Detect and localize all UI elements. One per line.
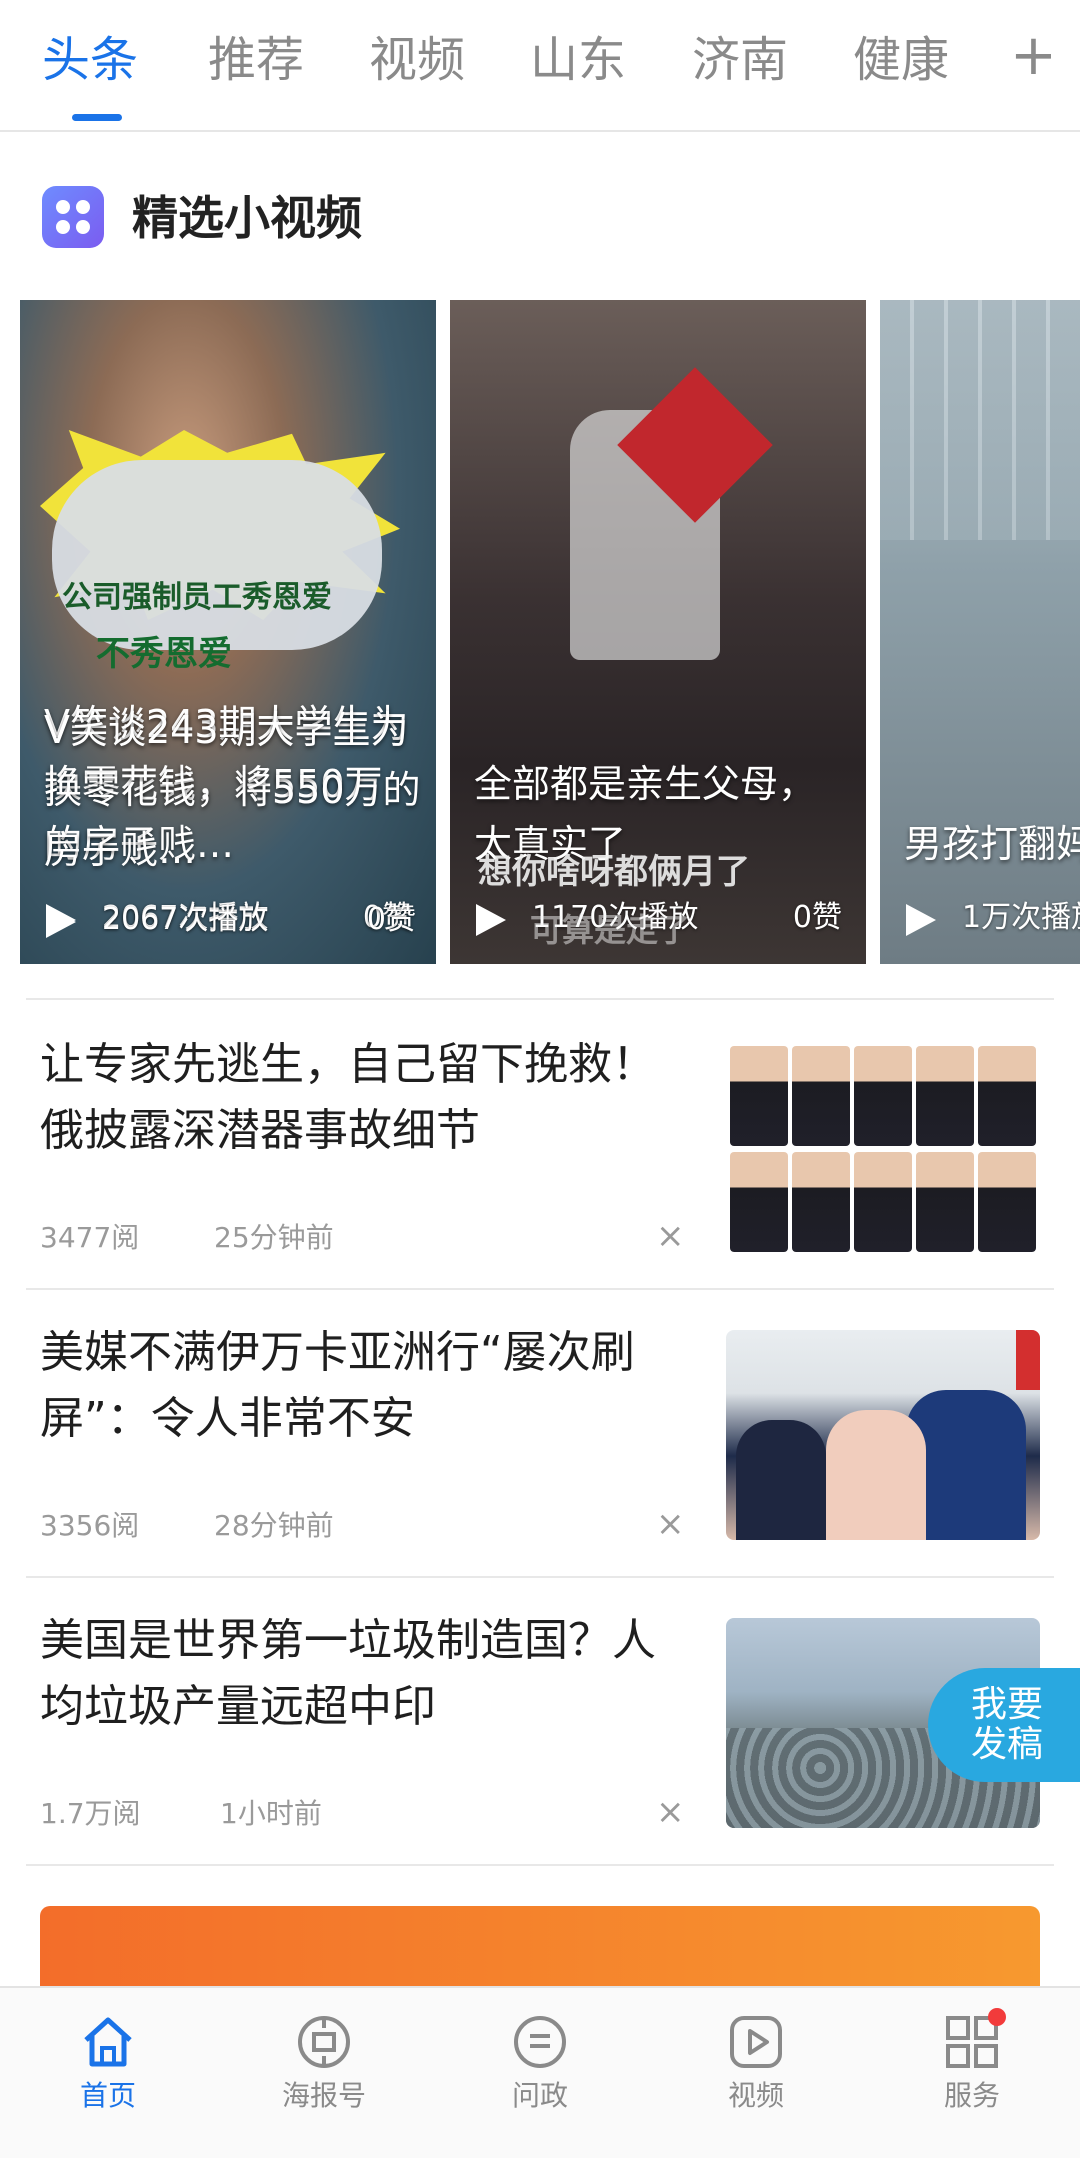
like-count: 0赞 [792,900,842,935]
top-tab-bar: 头条 推荐 视频 山东 济南 健康 + [0,0,1080,132]
nav-home[interactable]: 首页 [38,2014,178,2116]
read-count: 3356阅 [40,1509,140,1542]
read-count: 1.7万阅 [40,1797,141,1830]
play-count: 2067次播放 [102,902,269,937]
tab-health[interactable]: 健康 [853,30,949,90]
nav-label: 视频 [727,2079,784,2112]
background-scene [880,300,1080,540]
bottom-navigation: 首页 海报号 问政 视频 服务 [0,1986,1080,2158]
video-meta: 1万次播放 [906,896,1080,940]
add-tab-button[interactable]: + [1010,26,1057,86]
tab-jinan[interactable]: 济南 [692,30,788,90]
news-title[interactable]: 让专家先逃生，自己留下挽救！俄披露深潜器事故细节 [40,1032,680,1164]
video-play-icon [728,2014,784,2070]
home-icon [80,2014,136,2070]
close-icon[interactable]: × [656,1792,685,1832]
publish-time: 1小时前 [220,1797,322,1830]
play-icon [46,906,76,938]
publish-time: 28分钟前 [214,1509,334,1542]
tab-video[interactable]: 视频 [369,30,465,90]
nav-video[interactable]: 视频 [686,2014,826,2116]
divider [26,998,1054,1000]
news-thumbnail[interactable] [726,1042,1040,1252]
chat-icon [512,2014,568,2070]
video-meta: 2067次播放 0赞 [46,898,416,942]
close-icon[interactable]: × [656,1216,685,1256]
news-title[interactable]: 美国是世界第一垃圾制造国？人均垃圾产量远超中印 [40,1608,680,1740]
divider [26,1864,1054,1866]
nav-label: 首页 [79,2079,136,2112]
nav-label: 海报号 [281,2079,366,2112]
tab-recommend[interactable]: 推荐 [208,30,304,90]
video-title-overlay: V笑谈243期大学生为换零花钱，将550万的房子贱… [44,708,421,872]
video-subtitle: 可算是走了 [530,911,691,949]
overlay-caption: 不秀恩爱 [96,634,232,674]
play-icon [476,904,506,936]
video-subtitle: 想你啥呀都俩月了 [478,852,750,892]
video-title: 男孩打翻妈妈：为负责 [904,822,1080,866]
play-icon [906,904,936,936]
nav-services[interactable]: 服务 [902,2008,1042,2116]
nav-label: 问政 [511,2079,568,2112]
divider [26,1576,1054,1578]
section-title: 精选小视频 [132,191,362,245]
tab-headlines[interactable]: 头条 [42,30,138,90]
play-count: 1万次播放 [962,900,1080,935]
news-thumbnail[interactable] [726,1330,1040,1540]
active-tab-indicator [72,114,122,121]
nav-label: 服务 [943,2079,1000,2112]
like-count: 0赞 [366,902,416,937]
grid-dots-icon [42,186,104,248]
overlay-caption: 公司强制员工秀恩爱 [62,580,332,615]
divider [26,1288,1054,1290]
poster-icon [296,2014,352,2070]
close-icon[interactable]: × [656,1504,685,1544]
publish-time: 25分钟前 [214,1221,334,1254]
submit-label-line2: 发稿 [970,1724,1043,1765]
video-card[interactable]: 男孩打翻妈妈：为负责 1万次播放 [880,300,1080,964]
tab-shandong[interactable]: 山东 [530,30,626,90]
cartoon-cloud [52,460,382,650]
nav-inquiry[interactable]: 问政 [470,2014,610,2116]
read-count: 3477阅 [40,1221,140,1254]
notification-badge [988,2008,1006,2026]
submit-label-line1: 我要 [970,1684,1043,1725]
submit-article-button[interactable]: 我要 发稿 [928,1668,1080,1782]
services-grid-icon [944,2008,1006,2070]
news-title[interactable]: 美媒不满伊万卡亚洲行“屡次刷屏”：令人非常不安 [40,1320,680,1452]
nav-poster[interactable]: 海报号 [254,2014,394,2116]
